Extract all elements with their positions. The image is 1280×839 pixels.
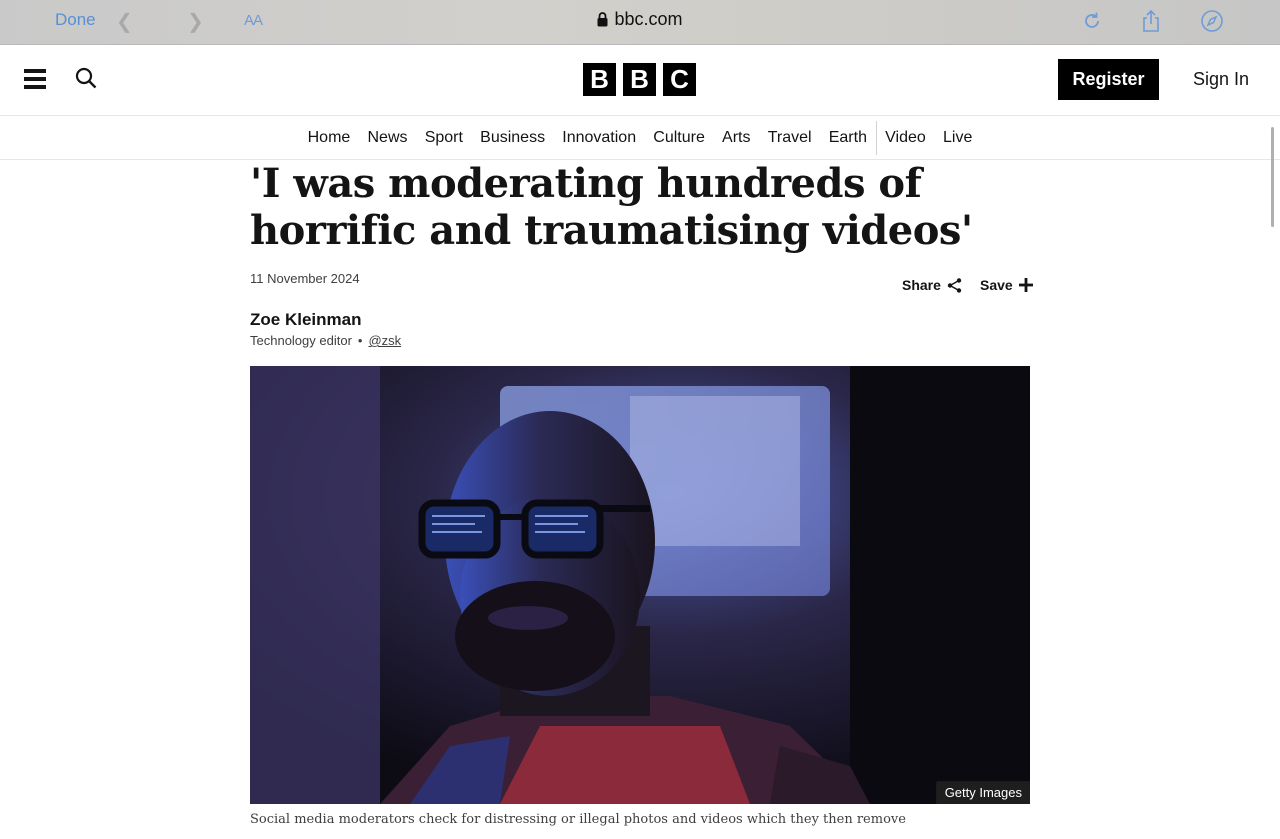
- hamburger-menu-icon[interactable]: [24, 69, 46, 89]
- url-text: bbc.com: [614, 9, 683, 29]
- nav-item-business[interactable]: Business: [472, 129, 554, 147]
- logo-letter: C: [663, 63, 696, 96]
- share-label: Share: [902, 277, 941, 293]
- save-button[interactable]: Save: [980, 277, 1033, 293]
- plus-icon: [1018, 278, 1033, 292]
- author-role: Technology editor: [250, 333, 352, 348]
- article-date: 11 November 2024: [250, 271, 360, 286]
- article-headline: 'I was moderating hundreds of horrific a…: [250, 160, 973, 254]
- author-name[interactable]: Zoe Kleinman: [250, 310, 361, 330]
- byline-separator: •: [357, 333, 363, 348]
- site-header: B B C Register Sign In: [0, 45, 1280, 115]
- nav-item-innovation[interactable]: Innovation: [554, 129, 645, 147]
- author-handle-link[interactable]: @zsk: [368, 333, 401, 348]
- article-photo: [250, 366, 1030, 804]
- nav-item-travel[interactable]: Travel: [759, 129, 820, 147]
- register-button[interactable]: Register: [1058, 59, 1159, 100]
- nav-item-culture[interactable]: Culture: [645, 129, 714, 147]
- bbc-logo[interactable]: B B C: [583, 63, 696, 96]
- reload-icon[interactable]: [1080, 9, 1104, 33]
- share-button[interactable]: Share: [902, 277, 962, 293]
- nav-item-earth[interactable]: Earth: [820, 129, 875, 147]
- browser-toolbar: Done ❮ ❯ AA bbc.com: [0, 0, 1280, 45]
- compass-icon[interactable]: [1200, 9, 1224, 33]
- nav-item-video[interactable]: Video: [877, 129, 935, 147]
- save-label: Save: [980, 277, 1013, 293]
- nav-item-news[interactable]: News: [359, 129, 416, 147]
- nav-item-arts[interactable]: Arts: [713, 129, 759, 147]
- logo-letter: B: [583, 63, 616, 96]
- search-icon[interactable]: [75, 67, 97, 89]
- nav-item-home[interactable]: Home: [299, 129, 359, 147]
- image-credit: Getty Images: [936, 781, 1030, 804]
- nav-item-sport[interactable]: Sport: [416, 129, 471, 147]
- share-icon: [947, 277, 962, 293]
- scrollbar[interactable]: [1271, 127, 1274, 227]
- logo-letter: B: [623, 63, 656, 96]
- nav-item-live[interactable]: Live: [934, 129, 981, 147]
- article-image: Getty Images: [250, 366, 1030, 804]
- author-byline: Technology editor • @zsk: [250, 333, 401, 348]
- lock-icon: [597, 12, 608, 27]
- share-sheet-icon[interactable]: [1139, 9, 1163, 33]
- image-caption: Social media moderators check for distre…: [250, 812, 906, 827]
- sign-in-link[interactable]: Sign In: [1193, 69, 1249, 90]
- main-nav: Home News Sport Business Innovation Cult…: [0, 115, 1280, 160]
